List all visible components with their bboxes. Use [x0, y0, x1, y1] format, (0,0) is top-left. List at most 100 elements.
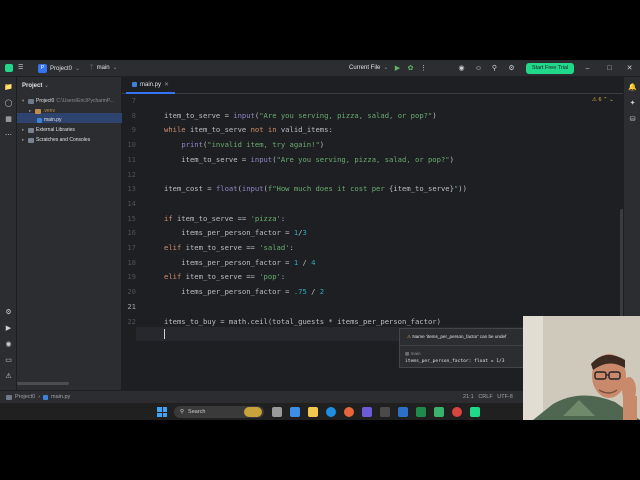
task-view-icon[interactable]	[272, 407, 282, 417]
run-config-label: Current File	[349, 64, 381, 71]
code-token: print	[181, 140, 203, 150]
code-token: input	[250, 154, 273, 164]
line-number: 18	[127, 257, 136, 267]
tree-item-label: .venv	[43, 108, 55, 114]
project-tool-icon[interactable]: 📁	[4, 83, 13, 92]
line-ending[interactable]: CRLF	[478, 394, 492, 400]
tree-item-main-py[interactable]: main.py	[37, 117, 62, 123]
line-number: 15	[127, 213, 136, 223]
hamburger-menu-icon[interactable]: ☰	[18, 64, 23, 71]
title-bar: ☰ P Project0 ⌄ ᛉ main ⌄ Current File ⌄ ▶…	[0, 60, 640, 77]
code-token: input	[233, 110, 255, 120]
windows-start-icon[interactable]	[157, 407, 167, 417]
close-tab-icon[interactable]: ✕	[164, 81, 169, 88]
project-panel-title[interactable]: Project ⌄	[22, 82, 49, 89]
code-token: 'pop'	[259, 272, 281, 282]
tree-item-scratches[interactable]: ▸ Scratches and Consoles	[22, 137, 90, 143]
collapse-arrow-icon: ▸	[29, 108, 32, 113]
python-console-icon[interactable]: ▶	[4, 324, 13, 333]
chevron-right-icon: ›	[38, 394, 41, 400]
line-number: 22	[127, 316, 136, 326]
python-file-icon	[132, 82, 137, 87]
python-packages-icon[interactable]: ⚙	[4, 308, 13, 317]
code-token: :	[289, 243, 294, 252]
search-highlight-icon[interactable]	[244, 407, 262, 417]
folder-icon	[28, 98, 34, 104]
main-menu-button[interactable]	[5, 64, 13, 72]
code-token: item_to_serve =	[164, 110, 234, 120]
code-token: items_per_person_factor =	[164, 287, 294, 297]
file-explorer-icon[interactable]	[308, 407, 318, 417]
ai-assistant-icon[interactable]: ✦	[628, 99, 637, 108]
app-green-icon[interactable]	[434, 407, 444, 417]
project-name: Project0	[50, 65, 73, 72]
breadcrumb[interactable]: Project0 › main.py	[6, 394, 70, 400]
code-token: if	[164, 213, 177, 223]
start-free-trial-button[interactable]: Start Free Trial	[526, 63, 574, 74]
code-token: item_to_serve ==	[185, 272, 260, 282]
horizontal-scrollbar[interactable]	[17, 382, 69, 385]
tree-item-venv[interactable]: ▸ .venv	[29, 108, 55, 114]
account-icon[interactable]: ☺	[474, 64, 483, 73]
close-icon[interactable]: ✕	[625, 64, 634, 73]
excel-icon[interactable]	[416, 407, 426, 417]
library-icon	[28, 127, 34, 133]
code-token: item_to_serve ==	[176, 213, 251, 223]
file-encoding[interactable]: UTF-8	[497, 394, 513, 400]
tree-item-project0[interactable]: ▾ Project0 C:\Users\Eric\PycharmP...	[22, 98, 114, 104]
app-icon[interactable]	[398, 407, 408, 417]
services-icon[interactable]: ◉	[4, 340, 13, 349]
cursor-position[interactable]: 21:1	[463, 394, 474, 400]
code-token: while	[164, 125, 190, 135]
minimize-icon[interactable]: –	[583, 64, 592, 73]
settings-gear-icon[interactable]: ⚙	[507, 64, 516, 73]
python-file-icon	[37, 117, 42, 123]
code-token: item_to_serve =	[164, 154, 251, 164]
discord-icon[interactable]	[362, 407, 372, 417]
tab-main-py[interactable]: main.py ✕	[126, 77, 176, 94]
code-token: elif	[164, 272, 186, 282]
code-line: items_per_person_factor = 1/3	[164, 228, 307, 237]
obs-icon[interactable]	[452, 407, 462, 417]
code-token: elif	[164, 243, 186, 252]
code-line: while item_to_serve not in valid_items:	[164, 125, 333, 134]
commit-tool-icon[interactable]: ◯	[4, 99, 13, 108]
pycharm-taskbar-icon[interactable]	[470, 407, 480, 417]
problems-icon[interactable]: ⚠	[4, 372, 13, 381]
copilot-icon[interactable]	[290, 407, 300, 417]
selected-row-highlight	[17, 113, 122, 123]
branch-icon: ᛉ	[90, 64, 94, 71]
file-icon: ▩	[405, 351, 410, 356]
project-switcher[interactable]: P Project0 ⌄	[38, 64, 80, 73]
maximize-icon[interactable]: □	[605, 64, 614, 73]
code-token: "Are you serving, pizza, salad, or pop?"	[276, 154, 450, 164]
code-line: item_cost = float(input(f"How much does …	[164, 184, 467, 193]
inspection-popup[interactable]: ⚠ Name 'items_per_person_factor' can be …	[399, 328, 525, 368]
debug-icon[interactable]: ✿	[406, 64, 415, 73]
tree-item-label: Scratches and Consoles	[36, 137, 91, 143]
more-actions-icon[interactable]: ⋮	[419, 64, 428, 73]
run-config-selector[interactable]: Current File ⌄	[349, 64, 389, 72]
more-tools-icon[interactable]: ⋯	[4, 131, 13, 140]
breadcrumb-project[interactable]: Project0	[15, 394, 35, 400]
structure-tool-icon[interactable]: ▦	[4, 115, 13, 124]
terminal-icon[interactable]: ▭	[4, 356, 13, 365]
code-line: if item_to_serve == 'pizza':	[164, 214, 285, 223]
expand-arrow-icon: ▾	[22, 98, 25, 103]
inspection-widget[interactable]: ⚠ 6 ⌃ ⌄	[592, 97, 614, 103]
branch-switcher[interactable]: ᛉ main ⌄	[90, 64, 118, 72]
firefox-icon[interactable]	[344, 407, 354, 417]
run-icon[interactable]: ▶	[393, 64, 402, 73]
terminal-app-icon[interactable]	[380, 407, 390, 417]
edge-browser-icon[interactable]	[326, 407, 336, 417]
code-line: items_to_buy = math.ceil(total_guests * …	[164, 317, 441, 326]
notifications-icon[interactable]: 🔔	[628, 83, 637, 92]
breadcrumb-file[interactable]: main.py	[51, 394, 70, 400]
chevron-down-icon: ⌄	[112, 65, 118, 71]
code-with-me-icon[interactable]: ◉	[457, 64, 466, 73]
database-icon[interactable]: ⛁	[628, 115, 637, 124]
search-icon[interactable]: ⚲	[490, 64, 499, 73]
chevron-down-icon: ⌄	[383, 65, 389, 71]
tree-item-external-libraries[interactable]: ▸ External Libraries	[22, 127, 75, 133]
